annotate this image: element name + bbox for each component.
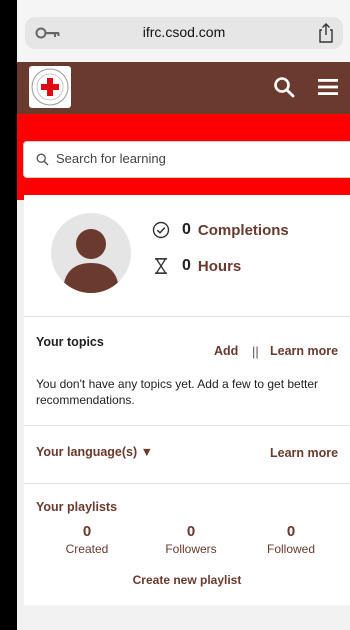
hourglass-icon: [155, 258, 167, 274]
hours-stat[interactable]: 0 Hours: [152, 257, 241, 275]
search-icon: [36, 153, 49, 166]
playlists-title: Your playlists: [36, 500, 118, 514]
divider: [24, 483, 350, 484]
search-box: [23, 141, 350, 178]
hamburger-menu-icon[interactable]: [318, 78, 338, 96]
profile-card: 0 Completions 0 Hours Your topics Add ||…: [24, 195, 350, 605]
completions-label: Completions: [197, 221, 289, 239]
user-avatar[interactable]: [51, 213, 131, 293]
address-field[interactable]: ifrc.csod.com: [25, 17, 343, 49]
divider: [24, 425, 350, 426]
check-circle-icon: [152, 221, 170, 239]
completions-stat[interactable]: 0 Completions: [152, 221, 289, 239]
topics-title: Your topics: [36, 335, 104, 349]
language-dropdown[interactable]: Your language(s) ▼: [36, 445, 153, 459]
followers-label: Followers: [165, 542, 217, 556]
add-topic-link[interactable]: Add: [214, 344, 238, 358]
share-icon[interactable]: [317, 22, 335, 44]
playlists-created[interactable]: 0 Created: [42, 523, 132, 556]
create-playlist-link[interactable]: Create new playlist: [24, 573, 350, 587]
followed-label: Followed: [266, 542, 316, 556]
playlists-followers[interactable]: 0 Followers: [146, 523, 236, 556]
ifrc-logo[interactable]: [29, 66, 71, 108]
search-icon[interactable]: [273, 76, 295, 98]
followers-count: 0: [186, 523, 196, 540]
browser-frame: ifrc.csod.com Search for learning 0 Comp…: [17, 0, 350, 630]
topics-empty-message: You don't have any topics yet. Add a few…: [36, 377, 319, 407]
person-silhouette-icon: [63, 229, 119, 293]
created-count: 0: [82, 523, 92, 540]
divider: [24, 316, 350, 317]
hours-label: Hours: [197, 257, 242, 275]
link-separator: ||: [252, 344, 259, 359]
languages-learn-more-link[interactable]: Learn more: [270, 446, 338, 460]
playlists-followed[interactable]: 0 Followed: [246, 523, 336, 556]
created-label: Created: [65, 542, 109, 556]
browser-url-bar: ifrc.csod.com: [17, 0, 350, 62]
completions-count: 0: [182, 221, 191, 238]
search-input[interactable]: [56, 142, 336, 175]
followed-count: 0: [286, 523, 296, 540]
page-footer-area: [17, 605, 350, 630]
app-header: [17, 62, 350, 114]
url-text: ifrc.csod.com: [142, 24, 226, 40]
topics-learn-more-link[interactable]: Learn more: [270, 344, 338, 358]
red-cross-emblem: [31, 68, 69, 106]
hours-count: 0: [182, 257, 191, 274]
